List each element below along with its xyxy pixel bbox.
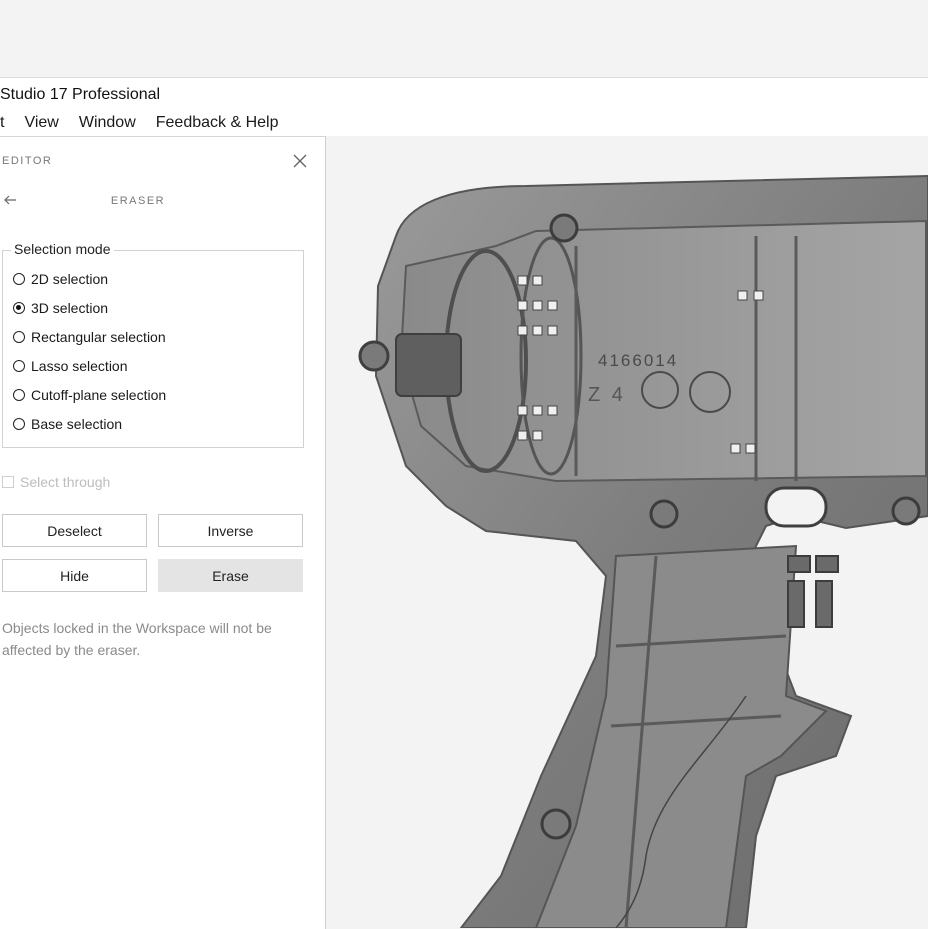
- eraser-note: Objects locked in the Workspace will not…: [2, 620, 272, 658]
- panel-title: EDITOR: [2, 155, 53, 167]
- trigger-slot: [764, 486, 828, 528]
- select-through-label: Select through: [20, 474, 111, 490]
- radio-label: 2D selection: [31, 271, 109, 287]
- tool-title: ERASER: [110, 195, 166, 207]
- radio-lasso-selection[interactable]: Lasso selection: [13, 356, 128, 376]
- part-number-marking: 4166014: [598, 351, 678, 370]
- selection-mode-group: Selection mode 2D selection 3D selection…: [2, 241, 304, 448]
- radio-label: Rectangular selection: [31, 329, 166, 345]
- window-title: Studio 17 Professional: [0, 86, 161, 103]
- radio-3d-selection[interactable]: 3D selection: [13, 298, 108, 318]
- radio-base-selection[interactable]: Base selection: [13, 414, 122, 434]
- menu-item-view[interactable]: View: [24, 114, 58, 136]
- select-through-checkbox[interactable]: [2, 476, 14, 488]
- screw-boss: [358, 340, 390, 372]
- menu-item-feedback-help[interactable]: Feedback & Help: [156, 114, 279, 136]
- radio-label: Base selection: [31, 416, 123, 432]
- radio-2d-selection[interactable]: 2D selection: [13, 269, 108, 289]
- radio-button[interactable]: [13, 360, 25, 372]
- radio-label: Cutoff-plane selection: [31, 387, 167, 403]
- radio-button[interactable]: [13, 331, 25, 343]
- editor-panel: EDITOR ERASER Selection mode 2D selectio…: [0, 136, 326, 929]
- erase-button[interactable]: Erase: [158, 559, 303, 592]
- radio-button-selected[interactable]: [13, 302, 25, 314]
- menu-bar: t View Window Feedback & Help: [0, 114, 298, 136]
- drill-housing-model[interactable]: 4166014 Z 4: [326, 136, 928, 928]
- front-plug: [395, 333, 462, 397]
- 3d-viewport[interactable]: 4166014 Z 4: [326, 136, 928, 928]
- switch-mount: [787, 555, 839, 628]
- inverse-button[interactable]: Inverse: [158, 514, 303, 547]
- radio-label: Lasso selection: [31, 358, 128, 374]
- code-marking: Z 4: [588, 384, 626, 406]
- select-through-option[interactable]: Select through: [2, 474, 110, 490]
- radio-cutoff-plane-selection[interactable]: Cutoff-plane selection: [13, 385, 166, 405]
- selection-mode-legend: Selection mode: [11, 241, 114, 257]
- menu-item-edit[interactable]: t: [0, 114, 4, 136]
- radio-rectangular-selection[interactable]: Rectangular selection: [13, 327, 166, 347]
- app-window: Studio 17 Professional t View Window Fee…: [0, 78, 928, 929]
- radio-label: 3D selection: [31, 300, 109, 316]
- radio-button[interactable]: [13, 389, 25, 401]
- radio-button[interactable]: [13, 273, 25, 285]
- radio-button[interactable]: [13, 418, 25, 430]
- desktop-strip: [0, 0, 928, 78]
- menu-item-window[interactable]: Window: [79, 114, 136, 136]
- deselect-button[interactable]: Deselect: [2, 514, 147, 547]
- close-icon[interactable]: [292, 153, 308, 169]
- hide-button[interactable]: Hide: [2, 559, 147, 592]
